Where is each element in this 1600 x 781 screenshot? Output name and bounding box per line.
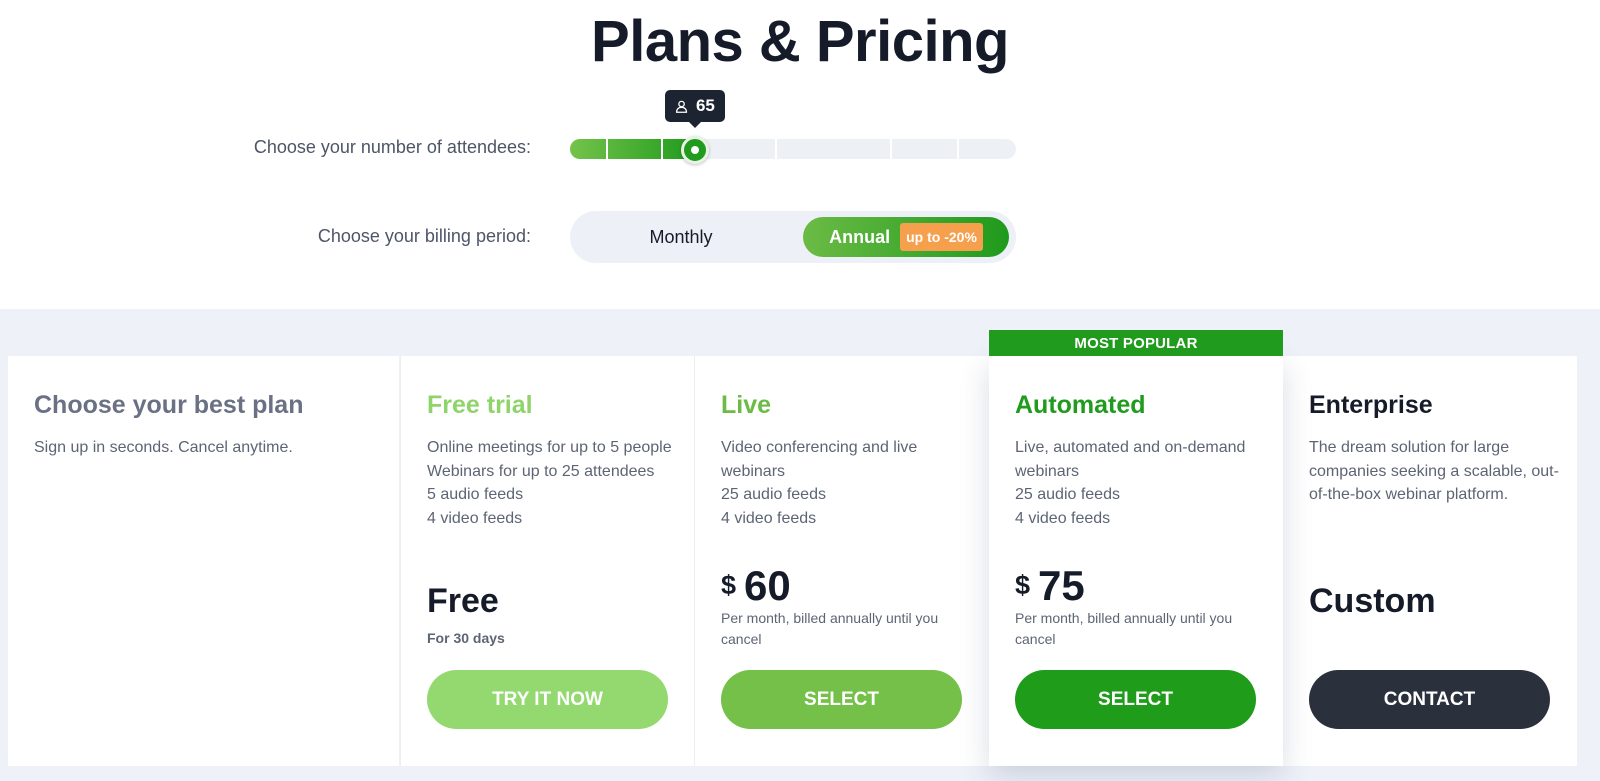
page-title: Plans & Pricing [591, 9, 1009, 74]
price-amount: 60 [744, 562, 791, 609]
plan-features: Online meetings for up to 5 people Webin… [427, 436, 687, 530]
plans-intro-title: Choose your best plan [34, 391, 304, 419]
slider-tick [889, 139, 892, 159]
billing-annual-label: Annual [829, 226, 891, 247]
attendees-tooltip: 65 [664, 90, 725, 128]
plan-features: Video conferencing and live webinars 25 … [721, 436, 981, 530]
billing-annual-option[interactable]: Annual up to -20% [803, 217, 1009, 257]
plan-card-free-trial: Free trial Online meetings for up to 5 p… [400, 356, 694, 766]
plan-card-enterprise: Enterprise The dream solution for large … [1283, 356, 1577, 766]
contact-button[interactable]: CONTACT [1309, 670, 1550, 729]
billing-label: Choose your billing period: [317, 226, 531, 246]
attendees-label: Choose your number of attendees: [253, 137, 531, 157]
plan-price: Custom [1309, 582, 1436, 620]
plan-feature: 25 audio feeds [721, 486, 826, 503]
price-currency: $ [1015, 570, 1031, 600]
plan-feature: Webinars for up to 25 attendees [427, 462, 655, 480]
plan-card-live: Live Video conferencing and live webinar… [694, 356, 989, 766]
plan-feature: Online meetings for up to 5 people [427, 439, 672, 456]
plan-feature: 5 audio feeds [427, 486, 524, 503]
plan-feature: 4 video feeds [721, 509, 817, 527]
plan-feature: Video conferencing and live webinars [721, 439, 918, 480]
plan-feature: Live, automated and on-demand webinars [1015, 439, 1246, 480]
plan-feature: 4 video feeds [1015, 509, 1111, 527]
plan-price-subtext: For 30 days [427, 630, 505, 646]
attendees-count: 65 [695, 96, 715, 115]
select-live-button[interactable]: SELECT [721, 670, 962, 729]
plan-price: Free [427, 582, 499, 620]
price-currency: $ [721, 570, 737, 600]
most-popular-banner: MOST POPULAR [989, 330, 1283, 356]
slider-tick [957, 139, 960, 159]
billing-toggle: Monthly Annual up to -20% [570, 211, 1016, 263]
plan-name: Live [721, 391, 772, 419]
slider-tick [605, 139, 608, 159]
plan-feature: 4 video feeds [427, 509, 523, 527]
plan-price: $ 75 [1015, 558, 1085, 614]
slider-tick [775, 139, 778, 159]
attendees-slider-handle[interactable] [680, 136, 709, 164]
select-automated-button[interactable]: SELECT [1015, 670, 1256, 729]
plan-card-automated: Automated Live, automated and on-demand … [989, 356, 1283, 766]
slider-tick [661, 139, 664, 159]
user-icon [675, 100, 687, 113]
attendees-slider-fill [570, 139, 695, 159]
plan-name: Free trial [427, 391, 533, 419]
plans-intro-subtitle: Sign up in seconds. Cancel anytime. [34, 439, 293, 456]
plan-features: Live, automated and on-demand webinars 2… [1015, 436, 1275, 530]
pricing-page: Plans & Pricing Choose your number of at… [0, 0, 1600, 781]
plan-price-note: Per month, billed annually until you can… [721, 610, 939, 647]
plan-price: $ 60 [721, 558, 791, 614]
price-amount: 75 [1038, 562, 1085, 609]
plan-name: Automated [1015, 391, 1146, 419]
plans-intro-card: Choose your best plan Sign up in seconds… [8, 356, 399, 766]
plan-description: The dream solution for large companies s… [1309, 439, 1559, 503]
attendees-slider-track[interactable] [570, 139, 1016, 159]
plan-price-note: Per month, billed annually until you can… [1015, 610, 1233, 647]
try-it-now-button[interactable]: TRY IT NOW [427, 670, 668, 729]
billing-monthly-option[interactable]: Monthly [570, 211, 792, 263]
plan-feature: 25 audio feeds [1015, 486, 1120, 503]
discount-badge: up to -20% [900, 223, 983, 251]
plan-name: Enterprise [1309, 391, 1433, 419]
